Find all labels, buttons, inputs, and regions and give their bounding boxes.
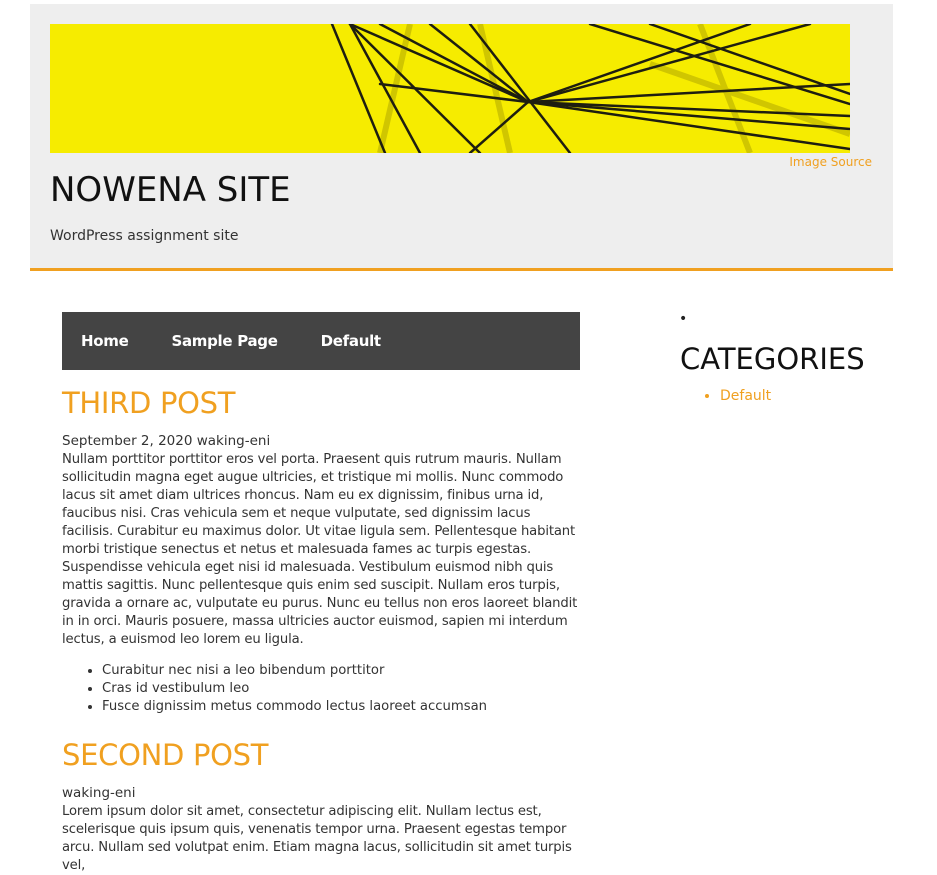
post-bullet-list: Curabitur nec nisi a leo bibendum portti…: [62, 662, 580, 716]
post-third: THIRD POST September 2, 2020 waking-eni …: [62, 386, 580, 716]
post-second: SECOND POST waking-eni Lorem ipsum dolor…: [62, 738, 580, 875]
site-description: WordPress assignment site: [50, 228, 239, 244]
site-title[interactable]: NOWENA SITE: [50, 170, 291, 210]
list-item: Default: [720, 388, 910, 404]
main-navigation: Home Sample Page Default: [62, 312, 580, 370]
categories-heading: CATEGORIES: [680, 342, 865, 376]
nav-item-home[interactable]: Home: [81, 332, 129, 350]
main-content: Home Sample Page Default THIRD POST Sept…: [62, 312, 580, 875]
post-body: Lorem ipsum dolor sit amet, consectetur …: [62, 804, 572, 873]
category-link-default[interactable]: Default: [720, 388, 771, 404]
image-source-link[interactable]: Image Source: [789, 155, 872, 169]
sidebar: • CATEGORIES Default: [679, 310, 910, 404]
categories-list: Default: [680, 388, 910, 404]
list-item: Fusce dignissim metus commodo lectus lao…: [102, 698, 580, 716]
post-meta: September 2, 2020 waking-eni: [62, 433, 271, 449]
wire-sculpture-graphic: [50, 24, 850, 153]
list-item: Cras id vestibulum leo: [102, 680, 580, 698]
post-title[interactable]: THIRD POST: [62, 386, 580, 420]
post-meta: waking-eni: [62, 785, 136, 801]
site-header: Image Source NOWENA SITE WordPress assig…: [30, 4, 893, 271]
sidebar-bullet: •: [679, 311, 688, 327]
header-banner-image: [50, 24, 850, 153]
post-title[interactable]: SECOND POST: [62, 738, 580, 772]
nav-item-sample-page[interactable]: Sample Page: [171, 332, 277, 350]
post-body: Nullam porttitor porttitor eros vel port…: [62, 452, 578, 647]
nav-item-default[interactable]: Default: [321, 332, 381, 350]
list-item: Curabitur nec nisi a leo bibendum portti…: [102, 662, 580, 680]
